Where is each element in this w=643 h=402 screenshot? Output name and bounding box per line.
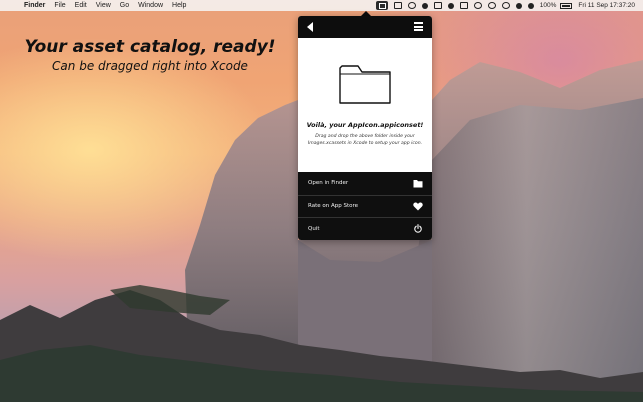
menu-window[interactable]: Window	[138, 2, 163, 9]
rate-on-app-store-label: Rate on App Store	[308, 203, 358, 210]
status-area: 100% Fri 11 Sep 17:37:20	[370, 0, 635, 11]
menu-file[interactable]: File	[54, 2, 65, 9]
bluetooth-icon[interactable]	[501, 2, 510, 9]
rate-on-app-store-button[interactable]: Rate on App Store	[298, 194, 432, 218]
sync-status-icon[interactable]	[473, 2, 482, 9]
wifi-icon[interactable]	[515, 2, 522, 9]
menu-finder[interactable]: Finder	[24, 2, 45, 9]
menu-bar: Finder File Edit View Go Window Help 100…	[0, 0, 643, 11]
font-status-icon[interactable]	[433, 2, 442, 9]
battery-percent: 100%	[539, 2, 557, 9]
open-in-finder-label: Open in Finder	[308, 180, 349, 187]
appiconset-folder-icon[interactable]	[338, 60, 392, 106]
info-status-icon[interactable]	[407, 2, 416, 9]
battery-icon[interactable]	[560, 2, 573, 9]
promo-headline: Your asset catalog, ready!	[24, 37, 276, 57]
cloud-status-icon[interactable]	[447, 2, 454, 9]
record-status-icon[interactable]	[421, 2, 428, 9]
time-machine-icon[interactable]	[487, 2, 496, 9]
app-popover: Voilà, your AppIcon.appiconset! Drag and…	[298, 16, 432, 240]
power-icon	[414, 224, 422, 233]
photo-status-icon[interactable]	[393, 2, 402, 9]
hamburger-menu-icon[interactable]	[414, 22, 423, 31]
menu-go[interactable]: Go	[120, 2, 129, 9]
clock[interactable]: Fri 11 Sep 17:37:20	[578, 2, 635, 9]
quit-button[interactable]: Quit	[298, 217, 432, 240]
promo-subline: Can be dragged right into Xcode	[52, 59, 248, 73]
back-arrow-icon[interactable]	[307, 22, 313, 32]
folder-icon	[413, 179, 423, 188]
apple-menu-icon[interactable]	[8, 2, 15, 10]
menu-help[interactable]: Help	[172, 2, 186, 9]
popover-description: Drag and drop the above folder inside yo…	[307, 134, 423, 146]
popover-title: Voilà, your AppIcon.appiconset!	[306, 121, 424, 129]
popover-actions: Open in Finder Rate on App Store Quit	[298, 172, 432, 240]
volume-icon[interactable]	[527, 2, 534, 9]
heart-icon	[413, 202, 423, 211]
open-in-finder-button[interactable]: Open in Finder	[298, 172, 432, 195]
popover-header	[298, 16, 432, 38]
display-status-icon[interactable]	[459, 2, 468, 9]
menu-view[interactable]: View	[96, 2, 111, 9]
menu-edit[interactable]: Edit	[75, 2, 87, 9]
app-status-icon[interactable]	[375, 1, 388, 10]
quit-label: Quit	[308, 225, 320, 232]
popover-body: Voilà, your AppIcon.appiconset! Drag and…	[298, 38, 432, 172]
